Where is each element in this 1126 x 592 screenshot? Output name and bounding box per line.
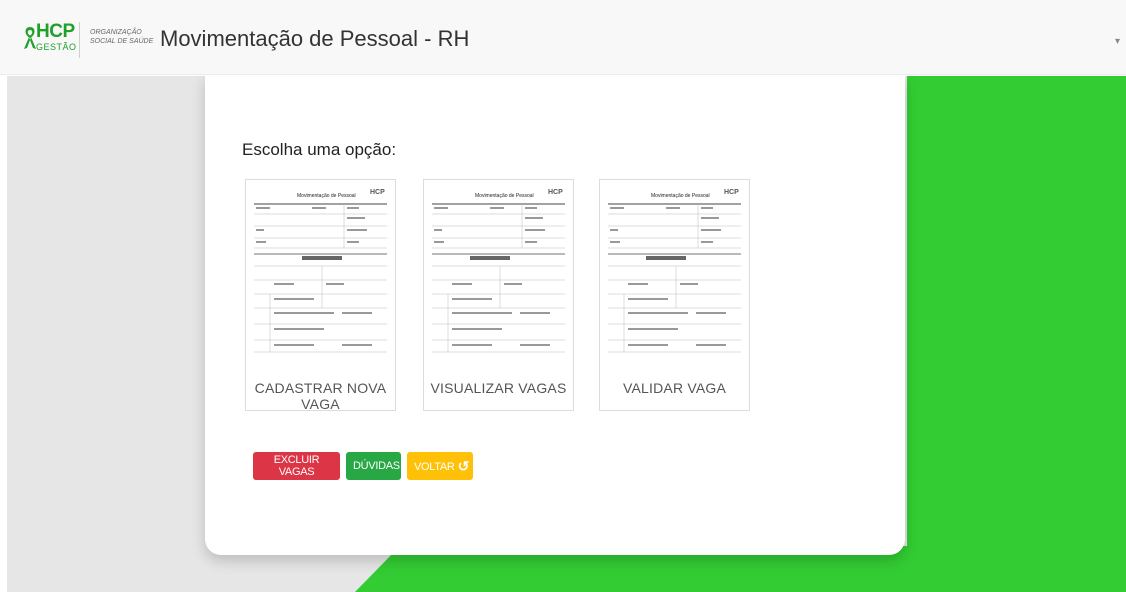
org-line-1: ORGANIZAÇÃO	[90, 29, 142, 36]
option-cadastrar-nova-vaga[interactable]: Movimentação de Pessoal HCP CADASTRAR NO…	[245, 179, 396, 412]
option-label: VISUALIZAR VAGAS	[430, 380, 567, 396]
svg-text:HCP: HCP	[548, 189, 563, 196]
help-label: DÚVIDAS	[353, 460, 400, 472]
undo-icon: ↺	[457, 457, 470, 474]
form-title: Movimentação de Pessoal	[297, 193, 356, 199]
caret-down-icon[interactable]: ▾	[1115, 36, 1120, 47]
hcp-logo[interactable]: HCP GESTÃO	[22, 21, 92, 59]
back-label: VOLTAR	[414, 460, 455, 473]
svg-text:HCP: HCP	[724, 189, 739, 196]
form-thumbnail: Movimentação de Pessoal HCP	[606, 184, 743, 356]
header-divider	[79, 22, 80, 58]
form-thumbnail: Movimentação de Pessoal HCP	[430, 184, 567, 356]
form-title: Movimentação de Pessoal	[651, 193, 710, 199]
option-validar-vaga[interactable]: Movimentação de Pessoal HCP VALIDAR VAGA	[599, 179, 750, 411]
logo-text: HCP	[36, 21, 75, 42]
page-title: Movimentação de Pessoal - RH	[160, 26, 470, 51]
prompt-heading: Escolha uma opção:	[242, 140, 397, 159]
help-button[interactable]: DÚVIDAS	[346, 452, 401, 480]
delete-label: EXCLUIR VAGAS	[273, 454, 320, 478]
svg-text:HCP: HCP	[370, 189, 385, 196]
delete-vacancies-button[interactable]: EXCLUIR VAGAS	[253, 452, 340, 480]
org-tagline: ORGANIZAÇÃO SOCIAL DE SAÚDE	[90, 28, 153, 46]
org-line-2: SOCIAL DE SAÚDE	[90, 38, 154, 45]
form-title: Movimentação de Pessoal	[475, 193, 534, 199]
options-card: Escolha uma opção: Movimentação de Pesso…	[205, 75, 905, 555]
option-label: CADASTRAR NOVA VAGA	[254, 380, 387, 412]
option-visualizar-vagas[interactable]: Movimentação de Pessoal HCP VISUALIZAR V…	[423, 179, 574, 411]
top-header: HCP GESTÃO ORGANIZAÇÃO SOCIAL DE SAÚDE M…	[0, 0, 1126, 75]
logo-subtext: GESTÃO	[36, 42, 77, 52]
back-button[interactable]: VOLTAR ↺	[407, 452, 473, 480]
option-label: VALIDAR VAGA	[622, 380, 727, 396]
form-thumbnail: Movimentação de Pessoal HCP	[252, 184, 389, 356]
